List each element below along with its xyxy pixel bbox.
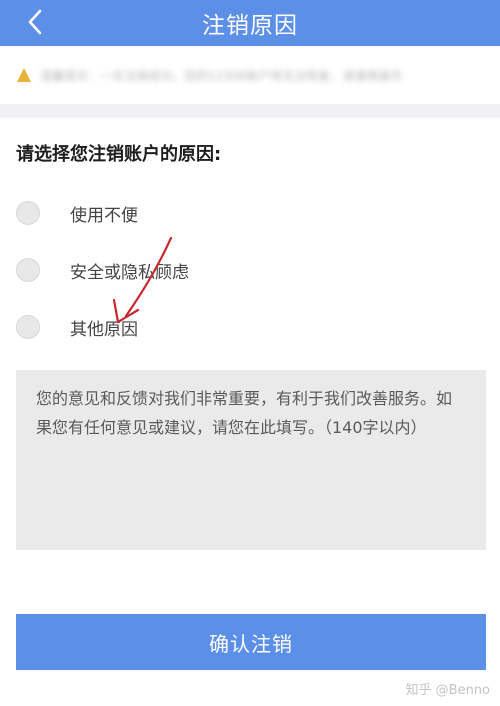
radio-button[interactable] [16,201,40,225]
notice-banner: 温馨提示：一旦注销成功，您的12306账户将无法恢复，请谨慎操作 [0,46,500,104]
notice-text: 温馨提示：一旦注销成功，您的12306账户将无法恢复，请谨慎操作 [40,68,403,83]
reason-option-inconvenient[interactable]: 使用不便 [16,198,138,228]
back-button[interactable] [18,4,52,40]
watermark: 知乎 @Benno [405,683,490,698]
feedback-textarea[interactable] [16,370,486,550]
option-label: 使用不便 [70,205,138,226]
header-bar: 注销原因 [0,0,500,46]
section-divider [0,104,500,118]
page: 注销原因 温馨提示：一旦注销成功，您的12306账户将无法恢复，请谨慎操作 请选… [0,0,500,706]
reason-option-other[interactable]: 其他原因 [16,312,138,342]
reason-option-security[interactable]: 安全或隐私顾虑 [16,255,189,285]
confirm-cancel-account-button[interactable]: 确认注销 [16,614,486,670]
option-label: 安全或隐私顾虑 [70,262,189,283]
radio-button[interactable] [16,315,40,339]
warning-icon [17,68,31,82]
page-title: 注销原因 [202,13,298,39]
chevron-left-icon [28,9,42,35]
question-label: 请选择您注销账户的原因: [16,144,222,165]
option-label: 其他原因 [70,319,138,340]
radio-button[interactable] [16,258,40,282]
